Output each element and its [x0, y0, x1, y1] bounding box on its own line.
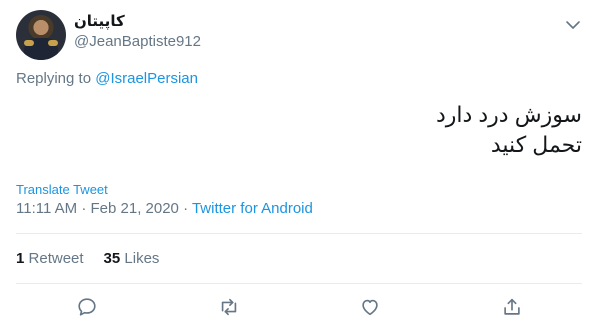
reply-icon[interactable]: [76, 296, 98, 318]
avatar[interactable]: [16, 10, 66, 60]
retweets-count: 1: [16, 250, 25, 267]
retweets-label: Retweet: [28, 250, 84, 267]
likes-stat[interactable]: 35 Likes: [104, 250, 160, 267]
heart-icon[interactable]: [359, 296, 381, 318]
tweet-meta: 11:11 AM · Feb 21, 2020 · Twitter for An…: [16, 200, 313, 217]
tweet-text: سوزش درد دارد تحمل کنید: [435, 102, 582, 157]
replying-to: Replying to @IsraelPersian: [16, 70, 198, 87]
divider: [16, 233, 582, 234]
share-icon[interactable]: [501, 296, 523, 318]
translate-tweet-link[interactable]: Translate Tweet: [16, 182, 108, 197]
avatar-epaulet-left: [24, 40, 34, 46]
replying-to-link[interactable]: @IsraelPersian: [95, 70, 198, 87]
retweet-icon[interactable]: [218, 296, 240, 318]
meta-separator: ·: [178, 200, 192, 217]
avatar-epaulet-right: [48, 40, 58, 46]
display-name[interactable]: کاپیتان: [74, 12, 201, 32]
divider: [16, 283, 582, 284]
tweet-date[interactable]: Feb 21, 2020: [91, 200, 179, 217]
replying-to-prefix: Replying to: [16, 70, 96, 87]
likes-label: Likes: [124, 250, 160, 267]
tweet-actions: [0, 294, 598, 322]
chevron-down-icon[interactable]: [564, 16, 582, 34]
user-handle[interactable]: @JeanBaptiste912: [74, 32, 201, 52]
tweet-source[interactable]: Twitter for Android: [192, 200, 313, 217]
meta-separator: ·: [77, 200, 91, 217]
tweet-stats: 1 Retweet 35 Likes: [16, 250, 159, 267]
tweet-header: کاپیتان @JeanBaptiste912: [16, 10, 582, 62]
tweet-time[interactable]: 11:11 AM: [16, 200, 77, 217]
user-names: کاپیتان @JeanBaptiste912: [74, 12, 201, 52]
likes-count: 35: [103, 250, 121, 267]
retweets-stat[interactable]: 1 Retweet: [16, 250, 84, 267]
